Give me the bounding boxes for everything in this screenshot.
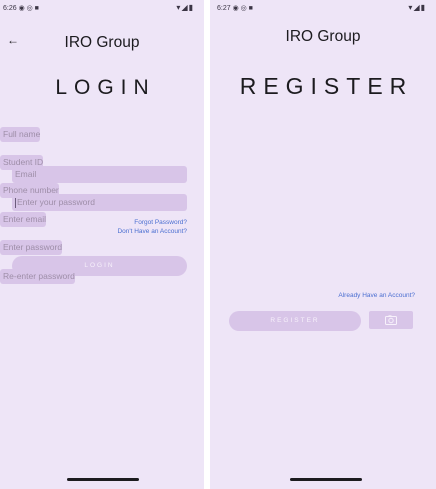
status-bar: 6:26 ◉ ◎ ■ ▾◢▮ [0, 3, 204, 15]
password-placeholder: Enter your password [17, 197, 95, 207]
forgot-password-link[interactable]: Forgot Password? [134, 219, 187, 226]
register-heading: REGISTER [239, 73, 414, 99]
camera-icon [385, 315, 397, 325]
phone-number-placeholder: Phone number [3, 185, 59, 195]
register-screen: 6:27 ◉ ◎ ■ ▾◢▮ IRO Group REGISTER [210, 0, 436, 489]
app-title: IRO Group [64, 34, 140, 51]
confirm-password-placeholder: Re-enter password [3, 271, 75, 281]
email-placeholder: Enter email [3, 214, 46, 224]
register-link[interactable]: Don't Have an Account? [117, 228, 187, 235]
status-bar: 6:27 ◉ ◎ ■ ▾◢▮ [210, 3, 436, 15]
status-time: 6:26 ◉ ◎ ■ [3, 4, 39, 12]
password-placeholder: Enter password [3, 242, 63, 252]
home-indicator[interactable] [67, 478, 139, 481]
full-name-input[interactable]: Full name [0, 127, 41, 142]
email-input[interactable]: Enter email [0, 212, 46, 227]
login-link[interactable]: Already Have an Account? [338, 292, 415, 299]
camera-button[interactable] [369, 311, 413, 329]
confirm-password-input[interactable]: Re-enter password [0, 269, 75, 284]
full-name-placeholder: Full name [3, 129, 41, 139]
email-placeholder: Email [15, 169, 37, 179]
status-time: 6:27 ◉ ◎ ■ [217, 4, 253, 12]
signal-battery-icon: ▾◢▮ [176, 3, 194, 12]
signal-battery-icon: ▾◢▮ [408, 3, 426, 12]
register-button[interactable]: REGISTER [229, 311, 361, 331]
status-notification-icons: ◉ ◎ ■ [18, 5, 39, 12]
student-id-input[interactable]: Student ID [0, 155, 44, 170]
status-notification-icons: ◉ ◎ ■ [232, 5, 253, 12]
status-time-text: 6:26 [3, 5, 17, 12]
text-cursor [15, 197, 16, 208]
status-time-text: 6:27 [217, 5, 231, 12]
password-input[interactable]: Enter password [0, 240, 63, 255]
phone-number-input[interactable]: Phone number [0, 183, 59, 198]
student-id-placeholder: Student ID [3, 157, 44, 167]
home-indicator[interactable] [290, 478, 362, 481]
app-title: IRO Group [285, 28, 361, 45]
login-heading: LOGIN [55, 76, 156, 99]
